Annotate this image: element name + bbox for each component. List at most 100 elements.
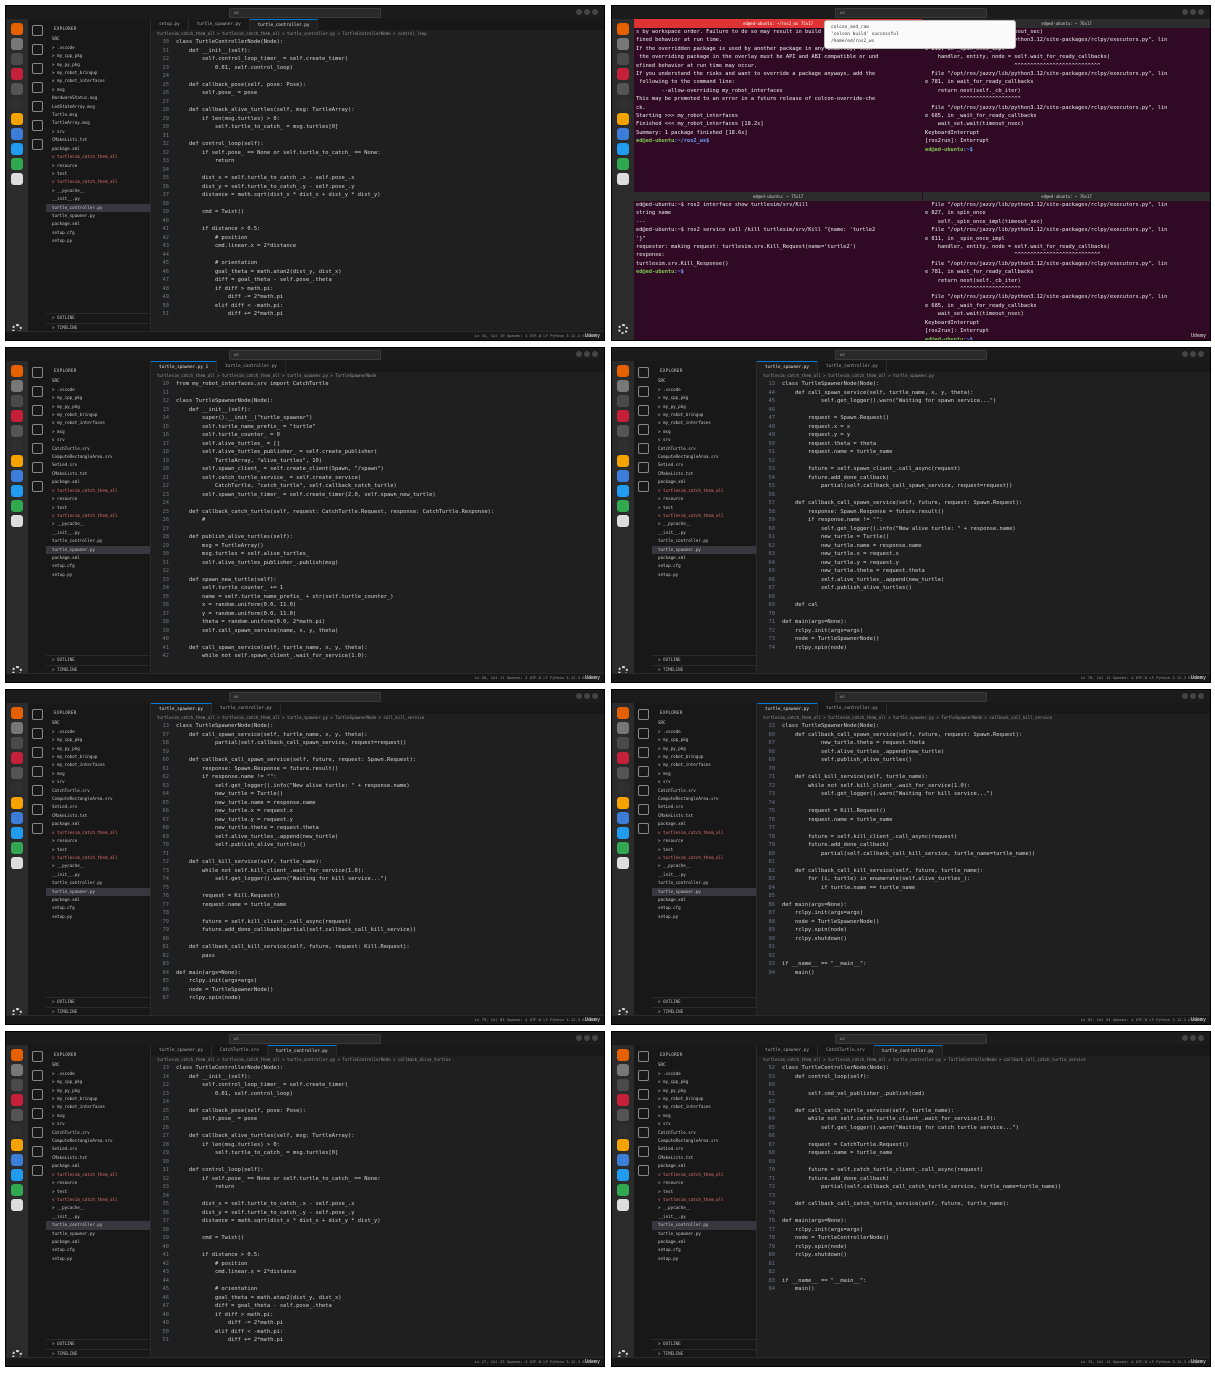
editor-tab[interactable]: setup.py — [151, 19, 189, 30]
command-center-search[interactable]: ws — [835, 692, 987, 702]
explorer-tree-item[interactable]: SRC — [46, 1061, 150, 1069]
dock-app-icon[interactable] — [11, 68, 23, 80]
editor-tab[interactable]: turtle_spawner.py 1 — [151, 361, 218, 372]
explorer-tree-item[interactable]: > .vscode — [46, 1070, 150, 1078]
maximize-icon[interactable] — [1190, 351, 1196, 357]
explorer-tree-item[interactable]: v srv — [46, 436, 150, 444]
extensions-icon[interactable] — [637, 1127, 649, 1138]
explorer-tree-item[interactable]: setup.py — [46, 237, 150, 245]
explorer-tree-item[interactable]: > resource — [46, 1179, 150, 1187]
explorer-tree-item[interactable]: package.xml — [46, 820, 150, 828]
files-icon[interactable] — [31, 709, 43, 720]
explorer-tree-item[interactable]: CatchTurtle.srv — [652, 1129, 756, 1137]
explorer-tree-item[interactable]: v turtlesim_catch_them_all — [652, 512, 756, 520]
dock-app-icon[interactable] — [11, 1154, 23, 1166]
maximize-icon[interactable] — [584, 1035, 590, 1041]
explorer-tree-item[interactable]: turtle_spawner.py — [652, 545, 756, 554]
explorer-tree-item[interactable]: setup.py — [652, 1255, 756, 1263]
testing-icon[interactable] — [31, 823, 43, 834]
explorer-tree-item[interactable]: setup.cfg — [46, 1246, 150, 1254]
terminal-pane-bottom-right[interactable]: ed@ed-ubuntu: ~ 76x17 File "/opt/ros/jaz… — [923, 192, 1210, 340]
explorer-tree-item[interactable]: package.xml — [46, 145, 150, 153]
source-control-icon[interactable] — [31, 405, 43, 416]
explorer-tree-item[interactable]: package.xml — [46, 478, 150, 486]
explorer-tree-item[interactable]: v my_robot_interfaces — [652, 761, 756, 769]
dock-app-icon[interactable] — [11, 38, 23, 50]
extensions-icon[interactable] — [31, 101, 43, 112]
editor-tab[interactable]: turtle_controller.py — [267, 1045, 337, 1056]
explorer-tree-item[interactable]: v srv — [46, 1120, 150, 1128]
code-editor[interactable]: 30 class TurtleControllerNode(Node): 31 de… — [151, 38, 604, 319]
remote-icon[interactable] — [31, 1146, 43, 1157]
dock-app-icon[interactable] — [11, 113, 23, 125]
dock-app-icon[interactable] — [11, 470, 23, 482]
code-editor[interactable]: 13 class TurtleSpawnerNode(Node): 44 def c… — [757, 380, 1210, 652]
dock-app-icon[interactable] — [11, 1064, 23, 1076]
dock-app-icon[interactable] — [617, 113, 629, 125]
dock-app-icon[interactable] — [11, 827, 23, 839]
editor-tab[interactable]: turtle_spawner.py — [151, 703, 212, 714]
run-debug-icon[interactable] — [31, 82, 43, 93]
dock-app-icon[interactable] — [617, 1079, 629, 1091]
explorer-tree-item[interactable]: > my_robot_bringup — [652, 753, 756, 761]
explorer-tree-item[interactable]: v msg — [46, 86, 150, 94]
explorer-tree-item[interactable]: > msg — [652, 428, 756, 436]
code-editor[interactable]: 13 class TurtleControllerNode(Node): 14 de… — [151, 1064, 604, 1345]
explorer-tree-item[interactable]: package.xml — [652, 1162, 756, 1170]
dock-app-icon[interactable] — [11, 857, 23, 869]
cursor-position-status[interactable]: Ln 26, Col 11 Spaces: 4 UTF-8 LF Python … — [475, 674, 596, 682]
code-editor[interactable]: 52 class TurtleControllerNode(Node): 53 de… — [757, 1064, 1210, 1294]
explorer-tree-item[interactable]: __init__.py — [652, 529, 756, 537]
explorer-tree-item[interactable]: v srv — [652, 778, 756, 786]
explorer-tree-item[interactable]: SetLed.srv — [652, 461, 756, 469]
explorer-tree-item[interactable]: > my_cpp_pkg — [46, 52, 150, 60]
dock-app-icon[interactable] — [11, 1124, 23, 1136]
explorer-tree-item[interactable]: SRC — [652, 1061, 756, 1069]
dock-app-icon[interactable] — [11, 737, 23, 749]
dock-app-icon[interactable] — [617, 1124, 629, 1136]
explorer-tree-item[interactable]: SRC — [652, 377, 756, 385]
explorer-tree-item[interactable]: package.xml — [652, 896, 756, 904]
dock-app-icon[interactable] — [617, 485, 629, 497]
run-debug-icon[interactable] — [31, 766, 43, 777]
explorer-tree-item[interactable]: ComputeRectangleArea.srv — [652, 453, 756, 461]
maximize-icon[interactable] — [584, 351, 590, 357]
dock-app-icon[interactable] — [11, 752, 23, 764]
dock-app-icon[interactable] — [11, 1169, 23, 1181]
cursor-position-status[interactable]: Ln 33, Col 19 Spaces: 4 UTF-8 LF Python … — [475, 332, 596, 340]
extensions-icon[interactable] — [637, 785, 649, 796]
dock-app-icon[interactable] — [617, 1049, 629, 1061]
explorer-tree-item[interactable]: > __pycache__ — [46, 1204, 150, 1212]
explorer-tree-item[interactable]: v turtlesim_catch_them_all — [46, 1171, 150, 1179]
extensions-icon[interactable] — [31, 785, 43, 796]
explorer-tree-item[interactable]: > my_py_pkg — [652, 1087, 756, 1095]
dock-app-icon[interactable] — [11, 1049, 23, 1061]
dock-app-icon[interactable] — [617, 767, 629, 779]
explorer-tree-item[interactable]: CMakeLists.txt — [652, 812, 756, 820]
dock-app-icon[interactable] — [11, 485, 23, 497]
explorer-tree-item[interactable]: turtle_spawner.py — [46, 1230, 150, 1238]
remote-icon[interactable] — [637, 462, 649, 473]
close-icon[interactable] — [576, 1035, 582, 1041]
breadcrumb[interactable]: turtlesim_catch_them_all > turtlesim_cat… — [151, 372, 604, 380]
dock-app-icon[interactable] — [11, 23, 23, 35]
dock-app-icon[interactable] — [617, 857, 629, 869]
dock-app-icon[interactable] — [617, 23, 629, 35]
terminal-pane-bottom-left[interactable]: ed@ed-ubuntu: ~ 75x17 ed@ed-ubuntu:~$ ros… — [634, 192, 922, 340]
dock-app-icon[interactable] — [11, 440, 23, 452]
explorer-tree-item[interactable]: > .vscode — [652, 1070, 756, 1078]
explorer-tree-item[interactable]: CMakeLists.txt — [652, 1154, 756, 1162]
explorer-tree-item[interactable]: SetLed.srv — [652, 803, 756, 811]
explorer-tree-item[interactable]: CMakeLists.txt — [46, 812, 150, 820]
testing-icon[interactable] — [31, 139, 43, 150]
run-debug-icon[interactable] — [31, 1108, 43, 1119]
dock-app-icon[interactable] — [617, 1154, 629, 1166]
explorer-tree-item[interactable]: v turtlesim_catch_them_all — [652, 829, 756, 837]
explorer-tree-item[interactable]: setup.py — [46, 1255, 150, 1263]
remote-icon[interactable] — [637, 804, 649, 815]
files-icon[interactable] — [637, 1051, 649, 1062]
dock-app-icon[interactable] — [11, 173, 23, 185]
minimize-icon[interactable] — [592, 9, 598, 15]
explorer-tree-item[interactable]: > .vscode — [46, 386, 150, 394]
explorer-tree-item[interactable]: __init__.py — [652, 1213, 756, 1221]
